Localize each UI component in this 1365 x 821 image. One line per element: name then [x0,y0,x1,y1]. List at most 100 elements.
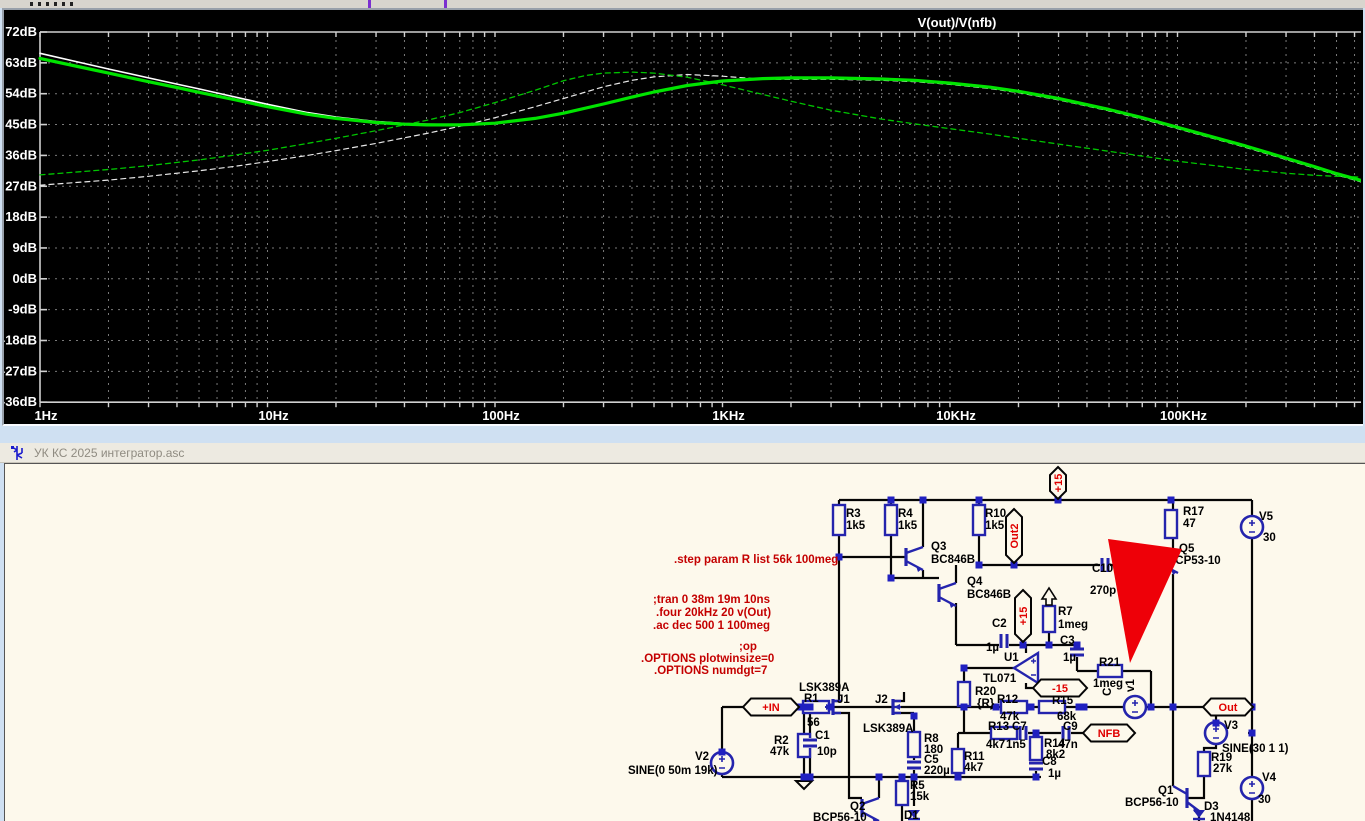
component-rail-arrow[interactable] [1040,586,1058,606]
component-v1[interactable] [1122,694,1148,720]
component-R19[interactable] [1196,750,1212,778]
net-flag-15[interactable]: -15 [1031,678,1089,698]
x-axis-label: 100KHz [1160,408,1207,423]
schematic-tab-title[interactable]: УК КС 2025 интегратор.asc [34,446,184,460]
trace-title[interactable]: V(out)/V(nfb) [918,15,997,30]
component-label: v1 [1125,679,1137,692]
junction-dot [1045,641,1053,649]
component-label: 56 [807,717,820,729]
junction-dot [1027,703,1035,711]
component-label: R1 [804,693,819,705]
flag-label: -15 [1052,683,1068,695]
schematic-file-icon [11,446,23,460]
component-label: R7 [1058,606,1073,618]
component-label: R15 [1052,695,1074,707]
spice-directive[interactable]: ;tran 0 38m 19m 10ns [653,594,770,606]
junction-dot [975,496,983,504]
bjt-legs [905,545,924,572]
spice-directive[interactable]: .step param R list 56k 100meg [674,554,838,566]
component-label: V5 [1259,511,1274,523]
component-label: C2 [992,618,1007,630]
component-R14[interactable] [1028,735,1044,762]
component-R8[interactable] [906,730,922,759]
net-flag-15[interactable]: +15 [1014,588,1032,644]
component-label: 10p [817,746,837,758]
trace-run2-phase-dashed-white[interactable] [39,73,1361,186]
schematic-canvas[interactable]: +15 Out2 +15 -15 NFB Out +IN R3 1k5 R4 1k5 R10 1k5 R1… [4,463,1365,821]
flag-label: +15 [1053,474,1065,493]
y-axis-label: -36dB [4,394,37,409]
net-flag-15[interactable]: +15 [1049,465,1067,501]
component-label: 4k7 [964,762,983,774]
spice-directive[interactable]: ;op [739,641,757,653]
y-axis-label: 27dB [5,178,37,193]
junction-dot [1169,703,1177,711]
spice-directive[interactable]: .OPTIONS numdgt=7 [654,665,767,677]
component-label: 1k5 [846,520,866,532]
component-label: 220µ [924,765,950,777]
y-axis-label: 63dB [5,55,37,70]
resistor-body [906,730,922,759]
spice-directive[interactable]: .ac dec 500 1 100meg [653,620,770,632]
junction-dot [827,703,835,711]
component-R11[interactable] [950,747,966,775]
component-J2[interactable] [891,699,901,715]
resistor-body [883,503,899,537]
schematic-drawing[interactable]: +15Out2+15-15NFBOut+INR31k5R41k5R101k5R1… [5,464,1365,821]
component-R20[interactable] [956,680,972,708]
component-R7[interactable] [1041,604,1057,634]
net-flag-IN[interactable]: +IN [741,697,801,717]
component-label: V3 [1224,720,1238,732]
junction-dot [898,773,906,781]
x-axis-label: 10Hz [258,408,289,423]
spice-directive[interactable]: .OPTIONS plotwinsize=0 [641,653,774,665]
bjt-legs [938,581,957,608]
component-label: R12 [997,694,1018,706]
junction-dot [1167,496,1175,504]
toolbar-fragment-tick [444,0,447,8]
component-R5[interactable] [894,779,910,807]
component-GND1[interactable] [793,780,815,791]
component-label: V4 [1262,772,1277,784]
component-label: 1meg [1058,619,1088,631]
component-C2[interactable] [999,633,1009,649]
toolbar-fragment-mark [30,2,33,6]
toolbar-fragment-mark [46,2,49,6]
component-label: 1n5 [1006,739,1026,751]
flag-label: Out2 [1009,523,1021,548]
rail-arrow-symbol [1040,586,1058,606]
waveform-plot[interactable]: V(out)/V(nfb) 72dB 63dB 54dB 45dB 36dB 27dB 18… [4,10,1361,424]
net-flag-NFB[interactable]: NFB [1081,723,1137,743]
spice-directive[interactable]: .four 20kHz 20 v(Out) [656,607,771,619]
component-label: J2 [875,694,888,706]
component-label: C7 [1012,721,1027,733]
net-flag-Out2[interactable]: Out2 [1005,507,1023,565]
component-label: {R} [977,698,995,710]
y-axis-label: 18dB [5,209,37,224]
plot-grid [39,31,1361,408]
x-axis-label: 1Hz [34,408,58,423]
component-label: SINE(0 50m 19k) [628,765,718,777]
component-R10[interactable] [971,503,987,537]
component-R3[interactable] [831,503,847,537]
component-R17[interactable] [1163,508,1179,540]
resistor-body [1196,750,1212,778]
toolbar-bottom-strip [0,0,1365,8]
toolbar-fragment-mark [70,2,73,6]
component-label: 27k [1213,763,1233,775]
waveform-pane[interactable]: V(out)/V(nfb) 72dB 63dB 54dB 45dB 36dB 27dB 18… [2,8,1363,426]
junction-dot [960,703,968,711]
schematic-tab[interactable]: УК КС 2025 интегратор.asc [0,443,1365,463]
junction-dot [1212,719,1220,727]
component-label: C1 [815,730,830,742]
flag-label: NFB [1098,728,1121,740]
net-flag-Out[interactable]: Out [1201,697,1255,717]
component-label: SINE(30 1 1) [1222,743,1289,755]
component-C5[interactable] [906,760,922,770]
component-label: R10 [985,508,1006,520]
component-R4[interactable] [883,503,899,537]
component-Q4[interactable] [937,581,957,608]
component-Q3[interactable] [904,545,924,572]
source-circle [1122,694,1148,720]
junction-dot [975,561,983,569]
